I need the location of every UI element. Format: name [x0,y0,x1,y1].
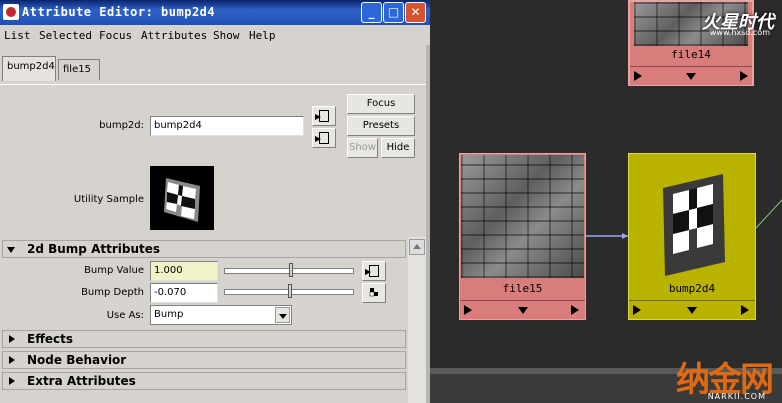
expand-port-icon[interactable] [518,307,528,314]
input-arrow-icon [365,265,379,277]
file15-node[interactable]: file15 [459,153,586,320]
attribute-editor-window: Attribute Editor: bump2d4 _ □ ✕ List Sel… [0,0,430,403]
presets-button[interactable]: Presets [347,116,415,136]
bump-depth-slider[interactable] [224,284,354,298]
hypershade-work-area[interactable]: file14 火星时代 www.hxsd.com file15 bump2d4 … [430,0,782,403]
bump-depth-label: Bump Depth [81,287,144,298]
menu-bar: List Selected Focus Attributes Show Help [0,27,430,45]
menu-focus[interactable]: Focus [99,29,132,42]
hide-button[interactable]: Hide [381,138,415,158]
bump-checker-icon [663,174,725,276]
input-port-icon[interactable] [633,305,641,315]
bump2d4-node[interactable]: bump2d4 [628,153,756,320]
bump-depth-field[interactable]: -0.070 [150,283,218,303]
slider-handle[interactable] [289,263,293,277]
input-port-icon[interactable] [464,305,472,315]
node-name-label: bump2d: [99,120,144,131]
file15-texture-thumbnail [461,155,584,278]
bump-value-map-button[interactable] [362,261,386,281]
node-name-field[interactable]: bump2d4 [150,116,304,136]
slider-handle[interactable] [288,284,292,298]
output-port-icon[interactable] [571,305,579,315]
utility-sample-label: Utility Sample [73,194,144,205]
menu-attributes[interactable]: Attributes [141,29,207,42]
tab-divider [0,84,428,85]
title-bar[interactable]: Attribute Editor: bump2d4 _ □ ✕ [0,0,430,25]
maya-app-icon [3,4,19,20]
menu-help[interactable]: Help [249,29,276,42]
checker-bump-icon [164,178,200,222]
show-button[interactable]: Show [347,138,378,158]
section-extra-attributes[interactable]: Extra Attributes [2,372,406,390]
window-title: Attribute Editor: bump2d4 [22,5,216,19]
bump-value-label: Bump Value [84,265,144,276]
expand-arrow-icon [9,335,15,343]
attribute-sections: 2d Bump Attributes Bump Value 1.000 Bump… [0,237,406,403]
bump-value-slider[interactable] [224,263,354,277]
close-button[interactable]: ✕ [405,2,426,23]
menu-selected[interactable]: Selected [39,29,92,42]
vertical-scrollbar[interactable] [408,237,426,403]
section-2d-bump-attributes[interactable]: 2d Bump Attributes [2,240,406,258]
utility-sample-swatch [150,166,214,230]
node-label: bump2d4 [668,282,716,295]
use-as-value: Bump [154,309,184,320]
expand-port-icon[interactable] [687,307,697,314]
section-title: Effects [27,332,74,346]
node-ports [629,300,755,319]
section-node-behavior[interactable]: Node Behavior [2,351,406,369]
watermark-url-bottom: NARKII.COM [707,392,766,401]
section-effects[interactable]: Effects [2,330,406,348]
expand-arrow-icon [9,356,15,364]
section-title: Extra Attributes [27,374,136,388]
node-tabs: bump2d4 file15 [0,56,430,86]
output-arrow-icon [315,132,329,144]
maximize-button[interactable]: □ [383,2,404,23]
section-title: 2d Bump Attributes [27,242,161,256]
output-port-icon[interactable] [741,305,749,315]
focus-button[interactable]: Focus [347,94,415,114]
minimize-button[interactable]: _ [361,2,382,23]
checker-map-icon [369,288,378,297]
use-as-label: Use As: [106,310,144,321]
node-label: file15 [502,282,543,295]
input-connection-button[interactable] [312,106,336,126]
use-as-dropdown[interactable]: Bump [150,305,292,325]
node-ports [460,300,585,319]
expand-arrow-icon [9,377,15,385]
bump-output-connection [755,199,782,229]
collapse-arrow-icon [7,247,15,253]
tab-file15[interactable]: file15 [58,59,100,80]
input-arrow-icon [315,110,329,122]
tab-bump2d4[interactable]: bump2d4 [2,56,56,81]
section-title: Node Behavior [27,353,127,367]
menu-list[interactable]: List [4,29,31,42]
bump-depth-map-button[interactable] [362,283,386,303]
output-connection-button[interactable] [312,128,336,148]
bump-value-field[interactable]: 1.000 [150,261,218,281]
scroll-up-icon[interactable] [409,239,425,255]
chevron-down-icon [275,307,290,323]
menu-show[interactable]: Show [213,29,240,42]
